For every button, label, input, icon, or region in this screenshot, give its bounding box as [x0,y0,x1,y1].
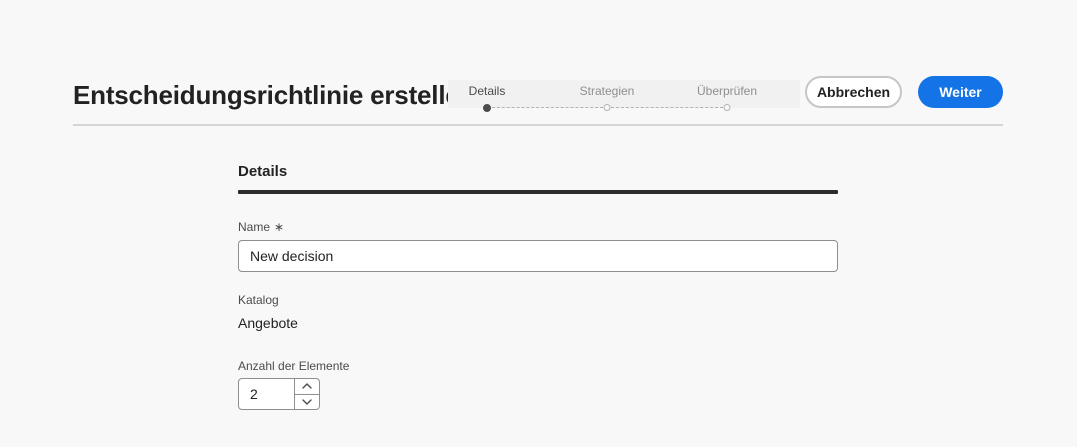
page-title: Entscheidungsrichtlinie erstellen [73,80,476,110]
step-connector [611,107,723,108]
increment-button[interactable] [295,379,319,395]
item-count-stepper[interactable]: 2 [238,378,320,410]
step-review-indicator [723,104,731,111]
section-divider [238,190,838,194]
progress-stepper: Details Strategien Überprüfen [448,80,800,112]
step-details-indicator [483,104,491,112]
section-title: Details [238,163,288,180]
step-connector [492,107,603,108]
item-count-input[interactable]: 2 [239,379,294,409]
name-input[interactable] [238,240,838,272]
step-strategies-label[interactable]: Strategien [580,84,635,98]
page: Entscheidungsrichtlinie erstellen Detail… [0,0,1077,447]
item-count-label: Anzahl der Elemente [238,359,350,373]
required-indicator: ∗ [274,220,285,234]
cancel-button[interactable]: Abbrechen [805,76,902,108]
stepper-buttons [294,379,319,409]
chevron-down-icon [302,399,312,405]
step-strategies-indicator [603,104,611,111]
decrement-button[interactable] [295,395,319,410]
chevron-up-icon [302,383,312,389]
step-details-label[interactable]: Details [469,84,506,98]
catalog-label: Katalog [238,293,279,307]
next-button[interactable]: Weiter [918,76,1003,108]
step-review-label[interactable]: Überprüfen [697,84,757,98]
name-label-text: Name [238,220,271,234]
catalog-value: Angebote [238,315,298,331]
name-field-label: Name ∗ [238,220,284,234]
header-divider [73,124,1003,126]
